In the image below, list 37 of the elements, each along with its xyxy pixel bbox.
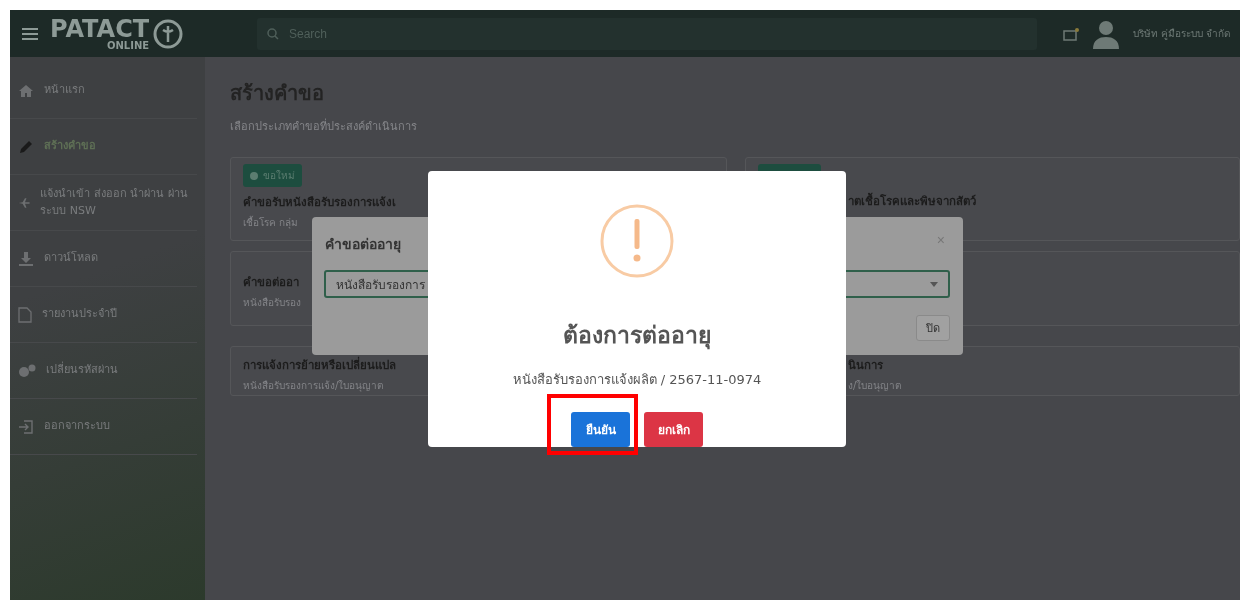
logo-subtext: ONLINE xyxy=(107,40,150,51)
confirm-button[interactable]: ยืนยัน xyxy=(571,412,630,447)
dialog-title: คำขอต่ออายุ xyxy=(325,235,401,255)
badge-label: ขอใหม่ xyxy=(263,169,295,183)
sidebar-item[interactable]: ดาวน์โหลด xyxy=(10,231,197,287)
sidebar-item[interactable]: รายงานประจำปี xyxy=(10,287,197,343)
card-subtitle: หนังสือรับรอง xyxy=(243,296,301,310)
search-icon xyxy=(267,27,279,40)
document-icon xyxy=(18,306,32,323)
menu-icon[interactable] xyxy=(22,27,38,40)
user-avatar-icon[interactable] xyxy=(1090,18,1121,49)
sidebar-item-label: ออกจากระบบ xyxy=(44,418,110,435)
dot-icon xyxy=(250,171,258,180)
sidebar-item[interactable]: หน้าแรก xyxy=(10,63,197,119)
close-dialog-button[interactable]: ปิด xyxy=(916,315,950,341)
card-subtitle: หนังสือรับรองการแจ้ง/ใบอนุญาต xyxy=(243,378,384,393)
logo-text: PATACT xyxy=(50,16,150,41)
emblem-icon xyxy=(153,18,184,49)
user-name[interactable]: บริษัท คู่มือระบบ จำกัด xyxy=(1132,26,1230,41)
sidebar-item-label: รายงานประจำปี xyxy=(42,306,117,323)
download-icon xyxy=(18,250,34,267)
logout-icon xyxy=(18,419,34,434)
alert-title: ต้องการต่ออายุ xyxy=(563,321,711,352)
caret-icon xyxy=(930,281,938,287)
airplane-icon xyxy=(18,195,31,210)
sidebar-item[interactable]: เปลี่ยนรหัสผ่าน xyxy=(10,343,197,399)
gears-icon xyxy=(18,363,36,378)
page-subtitle: เลือกประเภทคำขอที่ประสงค์ดำเนินการ xyxy=(230,117,417,135)
warning-icon xyxy=(599,203,675,279)
sidebar-item[interactable]: ออกจากระบบ xyxy=(10,399,197,455)
home-icon xyxy=(18,83,34,98)
sidebar-item-label: เปลี่ยนรหัสผ่าน xyxy=(46,362,118,379)
pencil-icon xyxy=(18,138,34,155)
sidebar-item-label: หน้าแรก xyxy=(44,82,85,99)
certificate-icon[interactable] xyxy=(1062,26,1079,41)
cancel-button[interactable]: ยกเลิก xyxy=(644,412,703,447)
sidebar-item-label: ดาวน์โหลด xyxy=(44,250,98,267)
